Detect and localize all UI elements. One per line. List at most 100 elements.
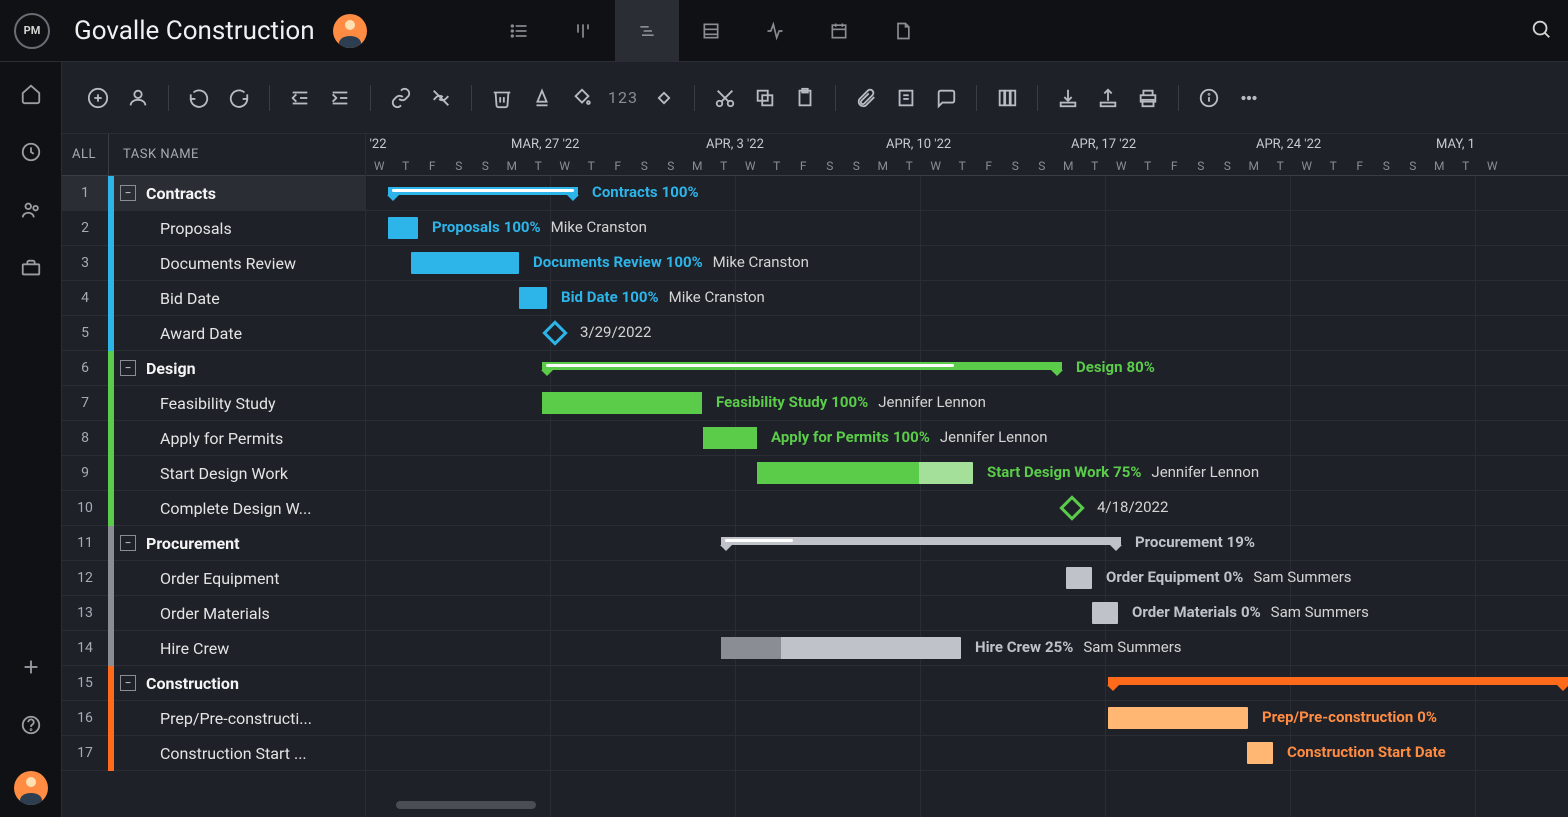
task-name-cell[interactable]: Design — [136, 359, 196, 378]
home-icon[interactable] — [19, 82, 43, 106]
view-tab-sheet[interactable] — [679, 0, 743, 61]
unlink-button[interactable] — [427, 84, 455, 112]
search-icon[interactable] — [1530, 18, 1552, 44]
task-name-cell[interactable]: Construction Start ... — [150, 744, 307, 763]
outdent-button[interactable] — [286, 84, 314, 112]
undo-button[interactable] — [185, 84, 213, 112]
text-color-button[interactable] — [528, 84, 556, 112]
collapse-toggle[interactable]: − — [120, 360, 136, 376]
user-avatar[interactable] — [14, 771, 48, 805]
view-tab-list[interactable] — [487, 0, 551, 61]
help-icon[interactable] — [19, 713, 43, 737]
collapse-toggle[interactable]: − — [120, 535, 136, 551]
task-row[interactable]: 8Apply for Permits — [62, 421, 365, 456]
add-icon[interactable] — [19, 655, 43, 679]
task-row[interactable]: 14Hire Crew — [62, 631, 365, 666]
task-bar[interactable] — [1092, 602, 1118, 624]
task-name-cell[interactable]: Documents Review — [150, 254, 296, 273]
milestone-icon[interactable] — [1059, 495, 1084, 520]
view-tab-calendar[interactable] — [807, 0, 871, 61]
task-name-cell[interactable]: Order Materials — [150, 604, 270, 623]
collapse-toggle[interactable]: − — [120, 185, 136, 201]
collapse-toggle[interactable]: − — [120, 675, 136, 691]
task-bar[interactable] — [388, 217, 418, 239]
summary-bar[interactable] — [1108, 677, 1568, 685]
attachment-button[interactable] — [852, 84, 880, 112]
portfolio-icon[interactable] — [19, 256, 43, 280]
header-task-name[interactable]: TASK NAME — [109, 147, 199, 162]
link-button[interactable] — [387, 84, 415, 112]
task-name-cell[interactable]: Construction — [136, 674, 239, 693]
project-owner-avatar[interactable] — [333, 14, 367, 48]
delete-button[interactable] — [488, 84, 516, 112]
summary-bar[interactable] — [388, 187, 578, 195]
paste-button[interactable] — [791, 84, 819, 112]
task-name-cell[interactable]: Bid Date — [150, 289, 220, 308]
task-row[interactable]: 17Construction Start ... — [62, 736, 365, 771]
task-name-cell[interactable]: Proposals — [150, 219, 232, 238]
recent-icon[interactable] — [19, 140, 43, 164]
print-button[interactable] — [1134, 84, 1162, 112]
milestone-icon[interactable] — [542, 320, 567, 345]
task-name-cell[interactable]: Order Equipment — [150, 569, 280, 588]
task-row[interactable]: 5Award Date — [62, 316, 365, 351]
comment-button[interactable] — [932, 84, 960, 112]
milestone-button[interactable] — [650, 84, 678, 112]
task-row[interactable]: 10Complete Design W... — [62, 491, 365, 526]
task-name-cell[interactable]: Procurement — [136, 534, 240, 553]
copy-button[interactable] — [751, 84, 779, 112]
gantt-chart[interactable]: WTFSSMTWTFSSMTWTFSSMTWTFSSMTWTFSSMTWTFSS… — [366, 134, 1568, 817]
header-all[interactable]: ALL — [62, 147, 108, 162]
summary-bar[interactable] — [542, 362, 1062, 370]
app-logo[interactable]: PM — [14, 13, 50, 49]
task-row[interactable]: 3Documents Review — [62, 246, 365, 281]
view-tab-activity[interactable] — [743, 0, 807, 61]
export-button[interactable] — [1094, 84, 1122, 112]
task-row[interactable]: 9Start Design Work — [62, 456, 365, 491]
task-bar[interactable] — [703, 427, 757, 449]
view-tab-files[interactable] — [871, 0, 935, 61]
import-button[interactable] — [1054, 84, 1082, 112]
task-name-cell[interactable]: Award Date — [150, 324, 242, 343]
task-row[interactable]: 11−Procurement — [62, 526, 365, 561]
task-bar[interactable] — [1247, 742, 1273, 764]
task-row[interactable]: 2Proposals — [62, 211, 365, 246]
task-bar[interactable] — [1108, 707, 1248, 729]
cut-button[interactable] — [711, 84, 739, 112]
redo-button[interactable] — [225, 84, 253, 112]
task-name-cell[interactable]: Complete Design W... — [150, 499, 311, 518]
task-row[interactable]: 12Order Equipment — [62, 561, 365, 596]
assign-button[interactable] — [124, 84, 152, 112]
task-name-cell[interactable]: Contracts — [136, 184, 216, 203]
view-tab-board[interactable] — [551, 0, 615, 61]
add-task-button[interactable] — [84, 84, 112, 112]
notes-button[interactable] — [892, 84, 920, 112]
task-row[interactable]: 1−Contracts — [62, 176, 365, 211]
horizontal-scrollbar[interactable] — [396, 801, 536, 809]
task-bar[interactable] — [721, 637, 961, 659]
task-bar[interactable] — [542, 392, 702, 414]
task-row[interactable]: 13Order Materials — [62, 596, 365, 631]
task-bar[interactable] — [1066, 567, 1092, 589]
task-bar[interactable] — [411, 252, 519, 274]
task-name-cell[interactable]: Feasibility Study — [150, 394, 276, 413]
view-tab-gantt[interactable] — [615, 0, 679, 61]
task-row[interactable]: 4Bid Date — [62, 281, 365, 316]
task-name-cell[interactable]: Apply for Permits — [150, 429, 283, 448]
team-icon[interactable] — [19, 198, 43, 222]
summary-bar[interactable] — [721, 537, 1121, 545]
indent-button[interactable] — [326, 84, 354, 112]
task-bar[interactable] — [757, 462, 973, 484]
task-name-cell[interactable]: Hire Crew — [150, 639, 229, 658]
columns-button[interactable] — [993, 84, 1021, 112]
task-name-cell[interactable]: Start Design Work — [150, 464, 288, 483]
task-name-cell[interactable]: Prep/Pre-constructi... — [150, 709, 312, 728]
info-button[interactable] — [1195, 84, 1223, 112]
task-row[interactable]: 16Prep/Pre-constructi... — [62, 701, 365, 736]
task-bar[interactable] — [519, 287, 547, 309]
task-row[interactable]: 7Feasibility Study — [62, 386, 365, 421]
more-button[interactable] — [1235, 84, 1263, 112]
task-row[interactable]: 15−Construction — [62, 666, 365, 701]
fill-color-button[interactable] — [568, 84, 596, 112]
task-row[interactable]: 6−Design — [62, 351, 365, 386]
